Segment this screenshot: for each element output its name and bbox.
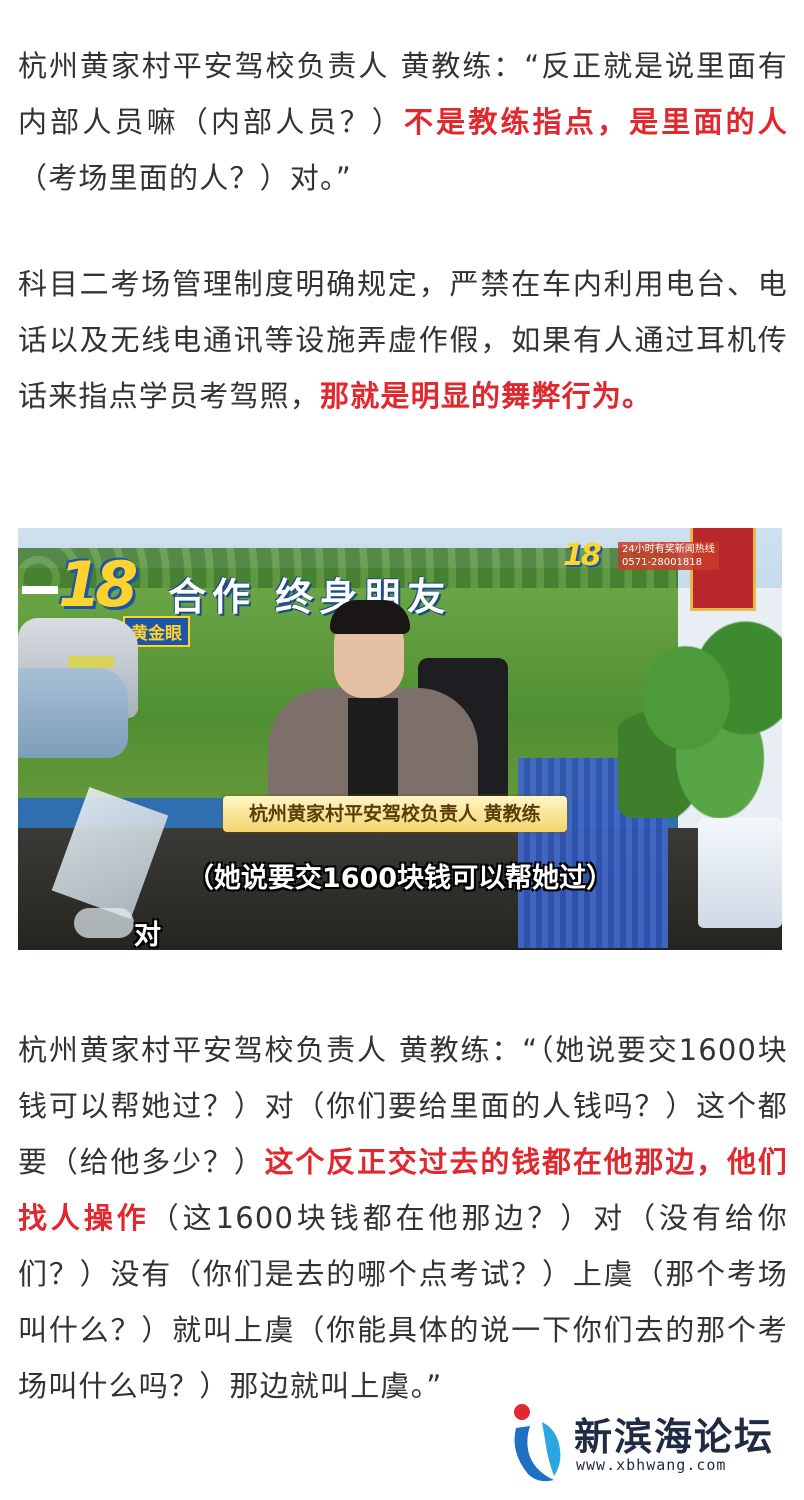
paragraph-1-tail: （考场里面的人？）对。” [18, 161, 352, 195]
video-subtitle-answer: 对 [134, 920, 161, 950]
paragraph-2-highlight: 那就是明显的舞弊行为。 [320, 379, 653, 413]
glass-bowl [74, 908, 134, 938]
watermark-url: www.xbhwang.com [576, 1456, 727, 1474]
video-still-image: 合作 终身朋友 18 黄金眼 18 24小时有奖新闻热线 0571-280018… [18, 528, 782, 950]
paragraph-quote-1: 杭州黄家村平安驾校负责人 黄教练：“反正就是说里面有内部人员嘛（内部人员？）不是… [18, 38, 788, 206]
paragraph-quote-2: 杭州黄家村平安驾校负责人 黄教练：“（她说要交1600块钱可以帮她过？）对（你们… [18, 1022, 788, 1414]
hotline-label: 24小时有奖新闻热线 [622, 544, 715, 555]
backdrop-banner-text: 合作 终身朋友 [168, 575, 452, 619]
watermark-name: 新滨海论坛 [574, 1415, 775, 1459]
hand-image [18, 668, 128, 758]
paragraph-regulation: 科目二考场管理制度明确规定，严禁在车内利用电台、电话以及无线电通讯等设施弄虚作假… [18, 256, 788, 424]
banner-dash [22, 586, 58, 594]
car-plate [68, 656, 114, 668]
speaker-name-caption: 杭州黄家村平安驾校负责人 黄教练 [223, 796, 567, 832]
channel-logo: 18 [58, 548, 138, 621]
video-subtitle: （她说要交1600块钱可以帮她过） [186, 863, 614, 894]
hotline-number: 0571-28001818 [622, 557, 702, 568]
paragraph-1-highlight: 不是教练指点，是里面的人 [403, 105, 788, 139]
potted-plant [618, 618, 782, 818]
forum-logo-icon [514, 1404, 561, 1482]
watermark: 新滨海论坛 www.xbhwang.com [508, 1400, 798, 1486]
hotline-box: 24小时有奖新闻热线 0571-28001818 [618, 542, 719, 570]
person-hair [330, 600, 410, 634]
hotline-logo: 18 [563, 538, 602, 573]
